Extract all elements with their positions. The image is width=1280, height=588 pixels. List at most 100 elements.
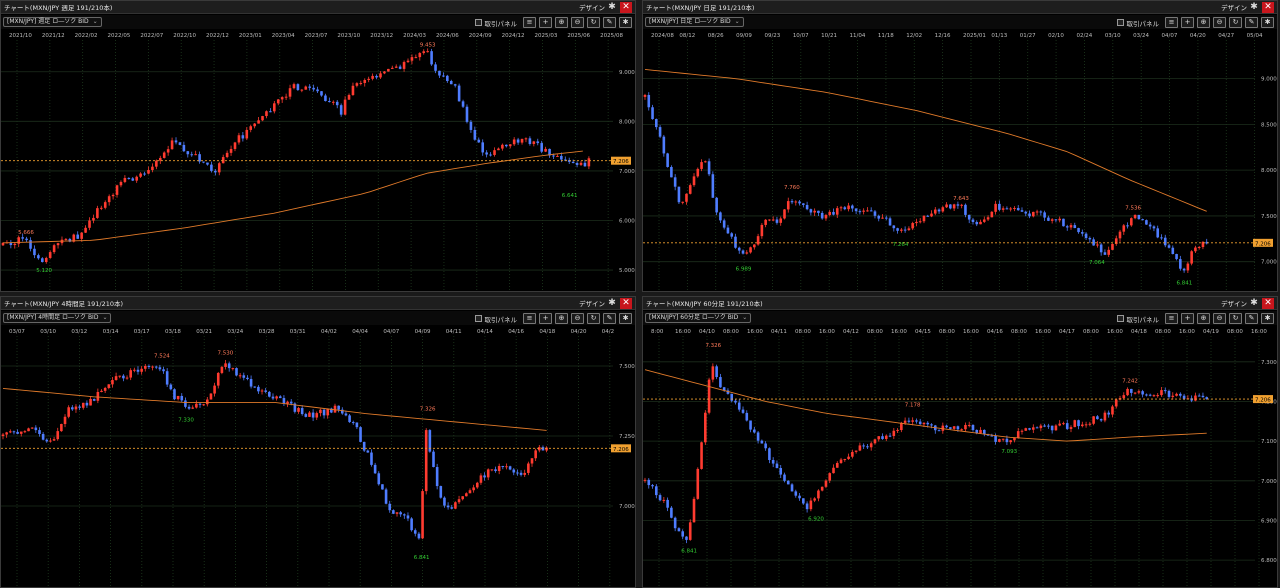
candle-body [195,403,198,408]
gear-icon[interactable]: ✱ [619,17,632,28]
moving-average-line [644,69,1207,212]
zoom-out-icon[interactable]: ⊖ [1213,17,1226,28]
candle-body [571,161,575,164]
candle-body [1054,219,1058,221]
candle-body [662,136,666,154]
low-price-label: 5.120 [36,268,52,274]
symbol-timeframe-select[interactable]: [MXN/JPY] 週足 ロ―ソク BID ⌄ [3,17,102,27]
candle-body [851,451,854,457]
menu-icon[interactable]: ≡ [1165,17,1178,28]
zoom-in-icon[interactable]: ⊕ [555,313,568,324]
candle-body [410,518,413,531]
crosshair-icon[interactable]: + [1181,17,1194,28]
moving-average-line [2,150,583,244]
x-tick-label: 2022/02 [75,33,98,39]
candle-body [730,233,734,237]
trade-panel-checkbox[interactable] [1116,315,1124,322]
symbol-timeframe-select[interactable]: [MXN/JPY] 4時間足 ロ―ソク BID ⌄ [3,313,112,323]
candle-body [454,502,457,509]
settings-gear-icon[interactable]: ✱ [607,297,617,309]
design-button[interactable]: デザイン [579,298,605,308]
candle-body [798,495,801,499]
y-tick-label: 9.000 [619,70,635,76]
candle-body [771,460,775,464]
zoom-in-icon[interactable]: ⊕ [1197,17,1210,28]
candle-body [127,177,131,179]
settings-gear-icon[interactable]: ✱ [1249,1,1259,13]
draw-icon[interactable]: ✎ [1245,17,1258,28]
low-price-label: 7.093 [1001,449,1017,455]
y-tick-label: 7.300 [1261,360,1277,366]
crosshair-icon[interactable]: + [539,17,552,28]
close-button[interactable]: ✕ [1262,298,1274,309]
trade-panel-checkbox[interactable] [474,315,482,322]
trade-panel-checkbox[interactable] [474,19,482,26]
draw-icon[interactable]: ✎ [603,313,616,324]
candle-body [475,482,479,488]
candle-body [538,447,541,451]
x-tick-label: 2024/06 [436,33,459,39]
candle-body [280,97,284,100]
candle-body [1194,395,1197,401]
menu-icon[interactable]: ≡ [523,313,536,324]
close-button[interactable]: ✕ [1262,2,1274,13]
refresh-icon[interactable]: ↻ [587,17,600,28]
symbol-timeframe-select[interactable]: [MXN/JPY] 60分足 ロ―ソク BID ⌄ [645,313,752,323]
candle-body [125,377,129,379]
refresh-icon[interactable]: ↻ [1229,313,1242,324]
candle-body [516,139,520,143]
zoom-out-icon[interactable]: ⊖ [571,17,584,28]
candle-body [1069,225,1073,228]
candle-body [249,379,253,387]
zoom-out-icon[interactable]: ⊖ [571,313,584,324]
candle-body [1,434,5,436]
x-tick-label: 2025/01 [963,33,986,39]
symbol-timeframe-select[interactable]: [MXN/JPY] 日足 ロ―ソク BID ⌄ [645,17,744,27]
x-tick-label: 2025/03 [534,33,557,39]
candle-body [544,148,547,152]
trade-panel-checkbox[interactable] [1116,19,1124,26]
zoom-out-icon[interactable]: ⊖ [1213,313,1226,324]
design-button[interactable]: デザイン [1221,2,1247,12]
candle-body [764,443,767,449]
candle-body [269,111,272,113]
refresh-icon[interactable]: ↻ [1229,17,1242,28]
candle-body [979,221,982,225]
settings-gear-icon[interactable]: ✱ [607,1,617,13]
menu-icon[interactable]: ≡ [523,17,536,28]
crosshair-icon[interactable]: + [539,313,552,324]
candle-body [892,225,896,229]
high-price-label: 7.242 [1122,379,1138,385]
draw-icon[interactable]: ✎ [603,17,616,28]
draw-icon[interactable]: ✎ [1245,313,1258,324]
candle-body [465,106,469,122]
candle-body [1152,226,1156,229]
close-button[interactable]: ✕ [620,2,632,13]
candle-body [888,218,892,226]
zoom-in-icon[interactable]: ⊕ [1197,313,1210,324]
candle-body [78,406,81,408]
candle-body [446,505,450,508]
candle-body [490,469,494,471]
x-tick-label: 2023/01 [239,33,262,39]
candle-body [862,210,865,212]
x-tick-label: 16:00 [891,329,907,335]
gear-icon[interactable]: ✱ [619,313,632,324]
menu-icon[interactable]: ≡ [1165,313,1178,324]
design-button[interactable]: デザイン [579,2,605,12]
candle-body [497,148,500,151]
x-tick-label: 2023/07 [305,33,328,39]
design-button[interactable]: デザイン [1221,298,1247,308]
refresh-icon[interactable]: ↻ [587,313,600,324]
low-price-label: 7.264 [893,242,909,248]
close-button[interactable]: ✕ [620,298,632,309]
zoom-in-icon[interactable]: ⊕ [555,17,568,28]
gear-icon[interactable]: ✱ [1261,313,1274,324]
gear-icon[interactable]: ✱ [1261,17,1274,28]
candle-body [1111,243,1114,250]
candle-body [749,420,752,430]
settings-gear-icon[interactable]: ✱ [1249,297,1259,309]
candle-body [501,144,504,149]
candle-body [296,84,300,90]
crosshair-icon[interactable]: + [1181,313,1194,324]
